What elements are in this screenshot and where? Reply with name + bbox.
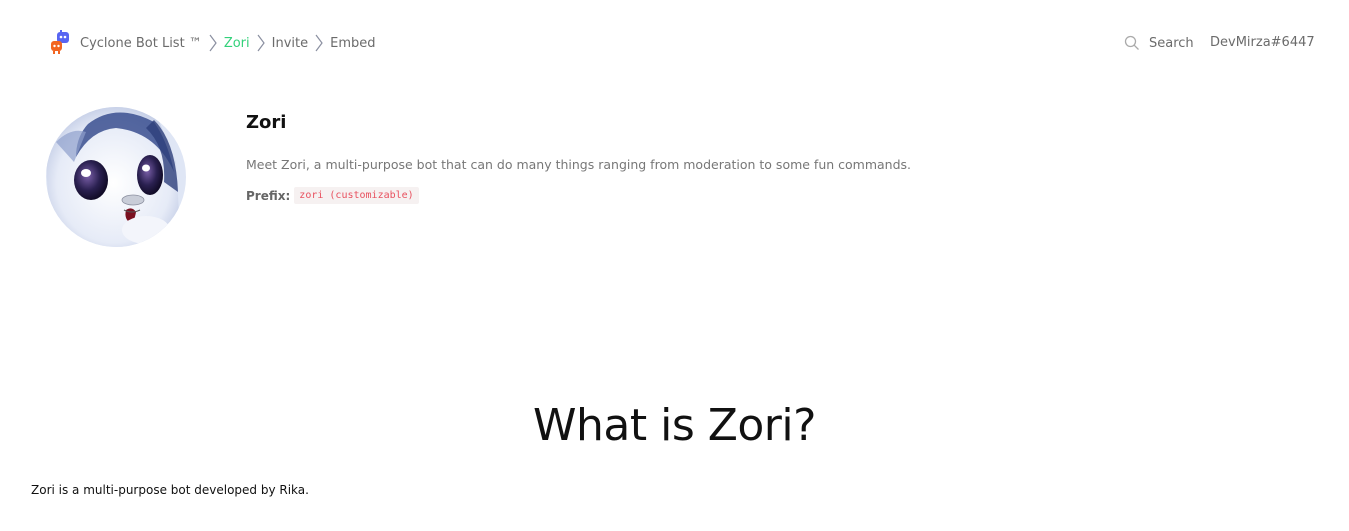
section-text: Zori is a multi-purpose bot developed by… [31,483,309,497]
bot-name: Zori [246,112,287,133]
breadcrumb-bot[interactable]: Zori [224,36,250,51]
chevron-right-icon [256,33,268,53]
prefix-value: zori (customizable) [294,187,419,204]
chevron-right-icon [314,33,326,53]
search-icon [1124,35,1139,50]
section-heading: What is Zori? [533,400,816,451]
user-menu[interactable]: DevMirza#6447 [1210,35,1315,50]
bot-avatar [46,107,186,247]
top-navigation: Cyclone Bot List ™ Zori Invite Embed Sea… [0,0,1349,86]
breadcrumb-home[interactable]: Cyclone Bot List ™ [80,36,202,51]
search-button[interactable]: Search [1124,35,1194,51]
search-label: Search [1149,35,1194,51]
prefix-label: Prefix: [246,188,291,203]
breadcrumb: Cyclone Bot List ™ Zori Invite Embed [80,33,376,53]
breadcrumb-invite[interactable]: Invite [272,36,308,51]
prefix-row: Prefix: zori (customizable) [246,187,419,204]
breadcrumb-embed[interactable]: Embed [330,36,375,51]
chevron-right-icon [208,33,220,53]
cyclone-logo-icon[interactable] [50,30,70,54]
bot-description: Meet Zori, a multi-purpose bot that can … [246,157,912,172]
